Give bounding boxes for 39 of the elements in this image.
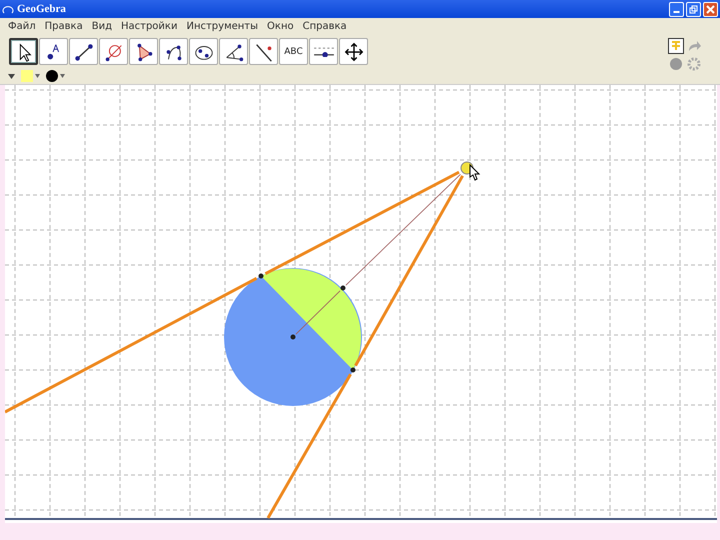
dropdown-icon[interactable]: [60, 74, 65, 78]
minimize-icon: [673, 10, 680, 12]
tool-button[interactable]: [189, 38, 218, 65]
tool-button[interactable]: [9, 38, 38, 65]
tool-button[interactable]: [159, 38, 188, 65]
tool-button[interactable]: [339, 38, 368, 65]
point[interactable]: [350, 368, 356, 372]
point[interactable]: [258, 274, 264, 278]
point-style-swatch[interactable]: [46, 70, 58, 82]
window-title: GeoGebra: [17, 3, 66, 15]
collapse-icon[interactable]: [8, 74, 15, 78]
menu-item[interactable]: Инструменты: [186, 20, 258, 32]
hand-cursor-icon: [470, 164, 480, 181]
app-icon: [2, 3, 14, 15]
menu-item[interactable]: Файл: [8, 20, 36, 32]
close-icon: [706, 4, 715, 14]
menu-item[interactable]: Настройки: [120, 20, 178, 32]
fill-swatch[interactable]: [21, 70, 33, 82]
menu-item[interactable]: Правка: [44, 20, 83, 32]
tool-button[interactable]: [129, 38, 158, 65]
close-button[interactable]: [703, 2, 718, 16]
menu-item[interactable]: Справка: [302, 20, 347, 32]
layout-icon[interactable]: [668, 38, 684, 54]
point[interactable]: [340, 286, 346, 290]
menu-item[interactable]: Вид: [92, 20, 112, 32]
tool-button[interactable]: [249, 38, 278, 65]
tool-button[interactable]: [39, 38, 68, 65]
restore-icon: [689, 4, 698, 14]
arrows-icon: [342, 40, 364, 62]
minimize-button[interactable]: [669, 2, 684, 16]
dropdown-icon[interactable]: [35, 74, 40, 78]
restore-button[interactable]: [686, 2, 701, 16]
point[interactable]: [290, 334, 296, 340]
tool-button[interactable]: [309, 38, 338, 65]
tool-button[interactable]: [69, 38, 98, 65]
tool-button[interactable]: [219, 38, 248, 65]
text-tool-button[interactable]: ABC: [279, 38, 308, 65]
slider-icon: [312, 46, 334, 57]
menu-item[interactable]: Окно: [267, 20, 294, 32]
